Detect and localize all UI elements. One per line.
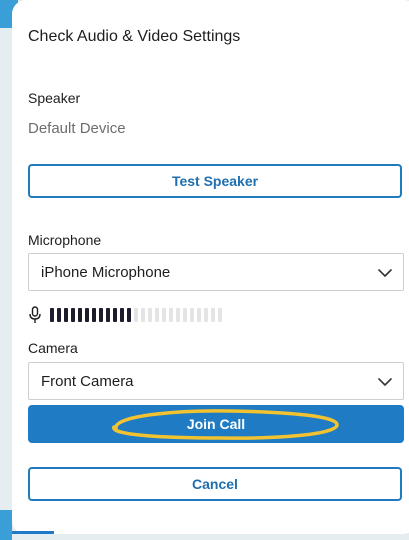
camera-label: Camera: [28, 340, 78, 356]
speaker-device: Default Device: [28, 120, 126, 137]
microphone-icon: [29, 306, 41, 323]
level-bar: [78, 308, 82, 322]
join-call-label: Join Call: [186, 416, 246, 432]
camera-select-value: Front Camera: [41, 372, 134, 390]
speaker-label: Speaker: [28, 90, 81, 106]
dialog-title: Check Audio & Video Settings: [28, 28, 241, 45]
level-bar: [57, 308, 61, 322]
microphone-level-meter: [28, 306, 225, 324]
level-bar: [113, 308, 117, 322]
level-bar: [211, 308, 215, 322]
test-speaker-button[interactable]: Test Speaker: [28, 164, 402, 198]
level-bar: [141, 308, 145, 322]
level-bar: [134, 308, 138, 322]
level-bar: [155, 308, 159, 322]
level-bar: [197, 308, 201, 322]
microphone-label: Microphone: [28, 232, 102, 248]
level-bar: [176, 308, 180, 322]
microphone-select-value: iPhone Microphone: [41, 263, 171, 281]
cancel-button[interactable]: Cancel: [28, 467, 402, 501]
level-bar: [106, 308, 110, 322]
level-bar: [183, 308, 187, 322]
level-bar: [71, 308, 75, 322]
level-bar: [99, 308, 103, 322]
microphone-level-bars: [50, 308, 225, 322]
level-bar: [120, 308, 124, 322]
chevron-down-icon: [378, 269, 392, 277]
dialog-bottom-accent: [12, 531, 54, 534]
level-bar: [92, 308, 96, 322]
level-bar: [169, 308, 173, 322]
level-bar: [127, 308, 131, 322]
level-bar: [218, 308, 222, 322]
join-call-button[interactable]: Join Call: [28, 405, 404, 443]
level-bar: [85, 308, 89, 322]
microphone-select[interactable]: iPhone Microphone: [28, 253, 404, 291]
audio-video-settings-dialog: Check Audio & Video Settings Speaker Def…: [12, 0, 409, 534]
chevron-down-icon: [378, 378, 392, 386]
level-bar: [162, 308, 166, 322]
camera-select[interactable]: Front Camera: [28, 362, 404, 400]
background-accent-bottom: [0, 510, 12, 540]
level-bar: [190, 308, 194, 322]
level-bar: [148, 308, 152, 322]
level-bar: [64, 308, 68, 322]
level-bar: [204, 308, 208, 322]
level-bar: [50, 308, 54, 322]
